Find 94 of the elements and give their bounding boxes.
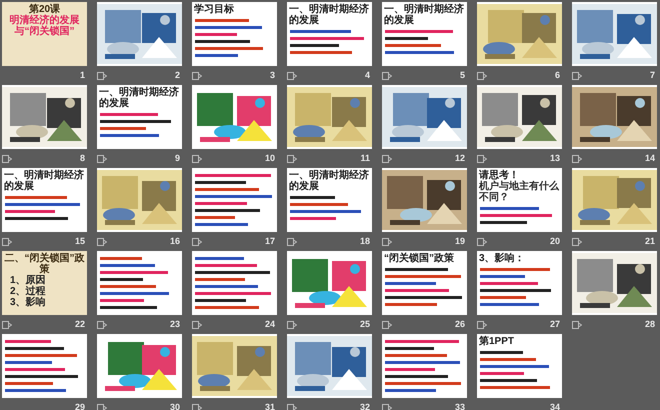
slide-number: 14	[644, 152, 655, 165]
slide-number: 28	[644, 318, 655, 331]
transition-icon[interactable]	[572, 154, 582, 162]
transition-icon[interactable]	[382, 320, 392, 328]
slide-text: 明清经济的发展与“闭关锁国”	[8, 15, 80, 37]
slide-thumbnail[interactable]: 请思考！ 机户与地主有什么不同？	[477, 168, 562, 232]
transition-icon[interactable]	[2, 154, 12, 162]
slide-number: 17	[264, 234, 275, 248]
slide-number: 19	[454, 234, 465, 248]
transition-icon[interactable]	[477, 238, 487, 246]
transition-icon[interactable]	[192, 404, 202, 410]
transition-icon[interactable]	[477, 72, 487, 80]
transition-icon[interactable]	[97, 404, 107, 410]
slide-number: 30	[170, 400, 180, 410]
slide-number: 33	[454, 400, 465, 410]
slide-title: 一、明清时期经济的发展	[288, 170, 370, 192]
slide-title: 一、明清时期经济的发展	[383, 4, 465, 26]
slide-number: 8	[80, 152, 85, 165]
slide-title: 一、明清时期经济的发展	[288, 4, 370, 26]
slide-thumbnail[interactable]: “闭关锁国”政策	[382, 251, 467, 315]
transition-icon[interactable]	[287, 72, 297, 80]
slide-thumbnail[interactable]: 一、明清时期经济的发展	[287, 2, 372, 66]
slide-number: 12	[454, 152, 465, 165]
slide-thumbnail[interactable]: 3、影响：	[477, 251, 562, 315]
slide-number: 27	[550, 318, 560, 331]
transition-icon[interactable]	[97, 320, 107, 328]
slide-number: 7	[650, 68, 655, 82]
slide-title: “闭关锁国”政策	[383, 253, 455, 264]
slide-number: 23	[170, 318, 180, 331]
slide-number: 26	[454, 318, 465, 331]
slide-title: 一、明清时期经济的发展	[98, 87, 180, 109]
slide-title: 第1PPT	[478, 336, 516, 347]
slide-title: 学习目标	[193, 4, 235, 15]
transition-icon[interactable]	[287, 154, 297, 162]
transition-icon[interactable]	[382, 72, 392, 80]
transition-icon[interactable]	[382, 238, 392, 246]
slide-title: 请思考！	[478, 170, 519, 181]
slide-number: 4	[364, 68, 370, 82]
slide-title: 一、明清时期经济的发展	[3, 170, 85, 192]
transition-icon[interactable]	[287, 404, 297, 410]
slide-text: 3、影响	[9, 297, 47, 308]
slide-number: 34	[550, 400, 560, 410]
slide-number: 2	[174, 68, 180, 82]
slide-text: 1、原因	[9, 275, 47, 286]
slide-thumbnail[interactable]: 一、明清时期经济的发展	[287, 168, 372, 232]
slide-thumbnail[interactable]: 学习目标	[192, 2, 277, 66]
slide-thumbnail[interactable]: 一、明清时期经济的发展	[97, 85, 182, 149]
transition-icon[interactable]	[572, 238, 582, 246]
slide-number: 9	[174, 152, 180, 165]
transition-icon[interactable]	[477, 154, 487, 162]
transition-icon[interactable]	[192, 320, 202, 328]
slide-number: 24	[264, 318, 275, 331]
transition-icon[interactable]	[192, 154, 202, 162]
transition-icon[interactable]	[97, 154, 107, 162]
slide-number: 16	[170, 234, 180, 248]
slide-number: 13	[550, 152, 560, 165]
transition-icon[interactable]	[97, 72, 107, 80]
slide-number: 21	[644, 234, 655, 248]
transition-icon[interactable]	[97, 238, 107, 246]
slide-thumbnail[interactable]: 一、明清时期经济的发展	[2, 168, 87, 232]
transition-icon[interactable]	[477, 320, 487, 328]
slide-number: 10	[264, 152, 275, 165]
slide-text: 机户与地主有什么不同？	[478, 181, 560, 203]
slide-thumbnail[interactable]: 一、明清时期经济的发展	[382, 2, 467, 66]
slide-text: 2、过程	[9, 286, 47, 297]
transition-icon[interactable]	[572, 320, 582, 328]
slide-number: 32	[360, 400, 370, 410]
slide-number: 20	[550, 234, 560, 248]
slide-number: 18	[360, 234, 370, 248]
slide-number: 5	[460, 68, 465, 82]
slide-number: 3	[270, 68, 275, 82]
transition-icon[interactable]	[2, 320, 12, 328]
slide-number: 1	[80, 68, 85, 82]
transition-icon[interactable]	[572, 72, 582, 80]
slide-thumbnail[interactable]: 二、“闭关锁国”政策 1、原因 2、过程 3、影响	[2, 251, 87, 315]
transition-icon[interactable]	[287, 238, 297, 246]
slide-number: 15	[74, 234, 85, 248]
transition-icon[interactable]	[192, 238, 202, 246]
slide-thumbnail[interactable]: 第1PPT	[477, 334, 562, 398]
slide-number: 25	[360, 318, 370, 331]
transition-icon[interactable]	[192, 72, 202, 80]
transition-icon[interactable]	[2, 238, 12, 246]
slide-title: 第20课	[28, 4, 60, 15]
slide-number: 29	[74, 400, 85, 410]
transition-icon[interactable]	[287, 320, 297, 328]
transition-icon[interactable]	[382, 154, 392, 162]
transition-icon[interactable]	[382, 404, 392, 410]
slide-number: 11	[360, 152, 370, 165]
slide-number: 6	[554, 68, 560, 82]
slide-number: 22	[74, 318, 85, 331]
slide-title: 二、“闭关锁国”政策	[4, 253, 86, 275]
slide-number: 31	[264, 400, 275, 410]
slide-title: 3、影响：	[478, 253, 526, 264]
slide-thumbnail[interactable]: 第20课 明清经济的发展与“闭关锁国”	[2, 2, 87, 66]
